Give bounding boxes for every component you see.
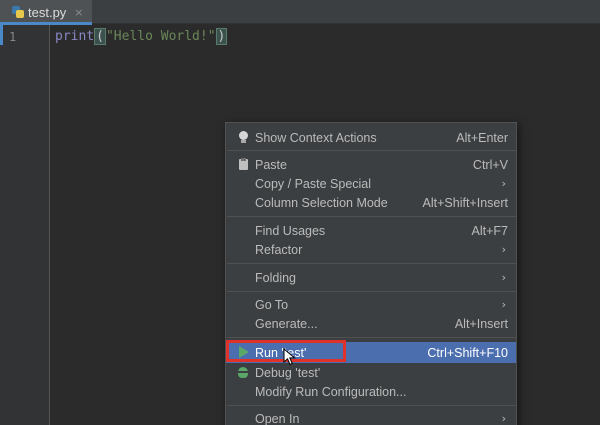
code-line[interactable]: print("Hello World!") [55,28,228,46]
line-number-gutter: 1 [0,25,50,425]
menu-item-label: Copy / Paste Special [255,176,372,191]
menu-item-label: Show Context Actions [255,130,377,145]
menu-item-label: Find Usages [255,223,326,238]
menu-item-label: Refactor [255,242,303,257]
menu-item-column-selection-mode[interactable]: Column Selection Mode Alt+Shift+Insert [226,193,516,212]
menu-item-open-in[interactable]: Open In › [226,409,516,425]
menu-item-label: Go To [255,297,289,312]
menu-item-debug-test[interactable]: Debug 'test' [226,363,516,382]
line-number: 1 [9,30,17,44]
menu-item-shortcut: Alt+Shift+Insert [422,195,508,210]
chevron-right-icon: › [501,243,506,256]
menu-item-label: Open In [255,411,300,425]
menu-item-modify-run-configuration[interactable]: Modify Run Configuration... [226,382,516,401]
tab-label: test.py [28,4,67,20]
menu-separator [227,405,517,406]
menu-item-shortcut: Alt+Enter [456,130,508,145]
current-line-marker [0,25,3,45]
chevron-right-icon: › [501,177,506,190]
menu-item-shortcut: Ctrl+V [472,157,508,172]
menu-item-copy-paste-special[interactable]: Copy / Paste Special › [226,174,516,193]
menu-separator [227,337,517,338]
mouse-pointer-icon [283,348,296,366]
code-open-paren: ( [94,28,106,45]
menu-item-show-context-actions[interactable]: Show Context Actions Alt+Enter [226,128,516,147]
code-string-literal: "Hello World!" [105,29,216,44]
close-icon[interactable]: × [74,6,83,19]
menu-item-label: Folding [255,270,296,285]
editor-tab-bar: test.py × [0,0,600,25]
code-function-name: print [55,29,95,44]
menu-item-label: Generate... [255,316,318,331]
clipboard-icon [237,158,249,171]
menu-item-shortcut: Alt+F7 [471,223,508,238]
menu-item-go-to[interactable]: Go To › [226,295,516,314]
menu-separator [227,291,517,292]
chevron-right-icon: › [501,298,506,311]
menu-separator [227,150,517,151]
menu-item-label: Paste [255,157,287,172]
debug-bug-icon [237,366,249,379]
menu-item-folding[interactable]: Folding › [226,268,516,287]
code-close-paren: ) [215,28,228,45]
menu-item-refactor[interactable]: Refactor › [226,240,516,259]
lightbulb-icon [237,131,249,144]
menu-item-find-usages[interactable]: Find Usages Alt+F7 [226,221,516,240]
menu-item-label: Debug 'test' [255,365,321,380]
menu-item-label: Column Selection Mode [255,195,388,210]
menu-item-generate[interactable]: Generate... Alt+Insert [226,314,516,333]
tab-test-py[interactable]: test.py × [0,0,92,25]
chevron-right-icon: › [501,271,506,284]
menu-item-shortcut: Ctrl+Shift+F10 [427,345,508,360]
menu-separator [227,216,517,217]
python-file-icon [12,6,24,18]
menu-item-shortcut: Alt+Insert [454,316,508,331]
menu-item-label: Modify Run Configuration... [255,384,407,399]
menu-separator [227,263,517,264]
chevron-right-icon: › [501,412,506,425]
menu-item-paste[interactable]: Paste Ctrl+V [226,155,516,174]
editor-context-menu: Show Context Actions Alt+Enter Paste Ctr… [225,122,517,425]
